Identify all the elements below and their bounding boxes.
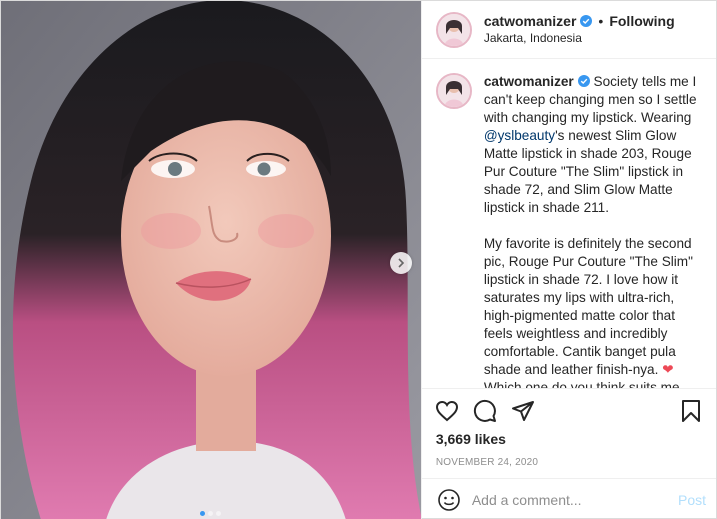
comment-icon — [473, 399, 496, 422]
comment-button[interactable] — [470, 396, 500, 426]
carousel-dot — [208, 511, 214, 516]
caption-para2-end: Which one do you think suits me better? — [483, 380, 680, 388]
comment-form: Post — [421, 478, 716, 519]
following-button[interactable]: Following — [609, 13, 674, 30]
avatar-image — [437, 13, 470, 46]
like-button[interactable] — [432, 396, 462, 426]
verified-badge-icon — [580, 15, 593, 27]
share-icon — [511, 401, 534, 421]
caption-para2: My favorite is definitely the second pic… — [483, 236, 693, 377]
share-button[interactable] — [508, 396, 538, 426]
post-photo — [1, 1, 421, 519]
caption-username[interactable]: catwomanizer — [484, 74, 574, 89]
mention-link[interactable]: @yslbeauty — [484, 128, 555, 143]
emoji-button[interactable] — [436, 487, 462, 513]
bookmark-icon — [682, 400, 700, 422]
avatar-image — [437, 75, 470, 107]
verified-badge-icon — [577, 75, 590, 87]
next-slide-button[interactable] — [390, 252, 412, 274]
post-sidebar: catwomanizer • Following Jakarta, Indone… — [420, 1, 716, 519]
emoji-icon — [438, 488, 460, 511]
post-actions: 3,669 likes November 24, 2020 — [421, 388, 716, 478]
carousel-dot — [216, 511, 222, 516]
separator-dot: • — [598, 12, 604, 29]
heart-icon — [435, 400, 458, 422]
post-location[interactable]: Jakarta, Indonesia — [484, 30, 675, 47]
post-comment-button[interactable]: Post — [678, 492, 706, 508]
post-date[interactable]: November 24, 2020 — [432, 451, 706, 478]
instagram-post: catwomanizer • Following Jakarta, Indone… — [0, 0, 717, 519]
carousel-indicator — [1, 511, 421, 516]
caption-text: catwomanizer Society tells me I can't ke… — [484, 73, 702, 388]
heart-emoji: ❤ — [662, 362, 674, 377]
caption-section: catwomanizer Society tells me I can't ke… — [422, 59, 716, 388]
author-avatar[interactable] — [435, 11, 472, 48]
post-header: catwomanizer • Following Jakarta, Indone… — [421, 1, 716, 59]
post-media[interactable] — [1, 1, 421, 519]
chevron-right-icon — [398, 258, 405, 268]
like-count[interactable]: 3,669 likes — [432, 427, 706, 451]
author-username[interactable]: catwomanizer — [484, 13, 577, 30]
caption-avatar[interactable] — [435, 73, 472, 109]
comment-input[interactable] — [471, 491, 678, 508]
carousel-dot — [200, 511, 206, 516]
save-button[interactable] — [676, 396, 706, 426]
